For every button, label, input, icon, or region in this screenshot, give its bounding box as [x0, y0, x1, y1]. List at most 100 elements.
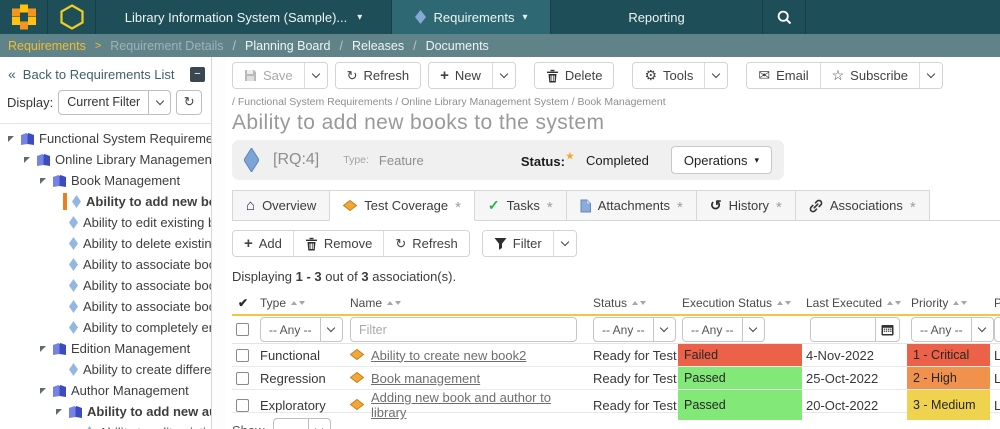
- type-filter-select[interactable]: -- Any --: [260, 317, 343, 342]
- column-header-priority[interactable]: Priority: [907, 296, 990, 310]
- tree-item[interactable]: Edition Management: [0, 338, 211, 359]
- workspace-hexagon-button[interactable]: [48, 0, 96, 34]
- tree-item[interactable]: Ability to associate books: [0, 296, 211, 317]
- requirement-leaf-diamond-icon: [72, 195, 81, 208]
- sort-arrows-icon[interactable]: [887, 301, 901, 305]
- tree-item-label: Ability to edit existing books: [83, 215, 212, 230]
- date-filter-input[interactable]: [811, 318, 875, 342]
- save-button[interactable]: Save: [233, 63, 304, 88]
- tab-overview[interactable]: ⌂ Overview: [232, 190, 330, 220]
- back-to-requirements-link[interactable]: Back to Requirements List: [23, 67, 175, 82]
- tab-attachments[interactable]: Attachments *: [566, 190, 697, 220]
- execution-status-filter-select[interactable]: -- Any --: [682, 317, 765, 342]
- new-dropdown-button[interactable]: [492, 63, 515, 88]
- tree-item[interactable]: Online Library Management System: [0, 149, 211, 170]
- filter-dropdown-button[interactable]: [553, 231, 576, 256]
- row-checkbox[interactable]: [236, 349, 249, 362]
- tab-history[interactable]: ↺ History *: [696, 190, 796, 220]
- tree-expander-icon[interactable]: [24, 157, 30, 163]
- status-value: Ready for Test: [593, 371, 677, 386]
- tree-item[interactable]: Ability to add new authors: [0, 401, 211, 422]
- display-filter-select[interactable]: Current Filter: [58, 90, 171, 115]
- clipped-filter-input[interactable]: [994, 317, 1000, 342]
- test-case-link[interactable]: Adding new book and author to library: [371, 390, 589, 420]
- add-button[interactable]: + Add: [233, 231, 293, 256]
- row-checkbox[interactable]: [236, 399, 249, 412]
- tree-item[interactable]: Ability to add new books: [0, 191, 211, 212]
- tree-item[interactable]: Book Management: [0, 170, 211, 191]
- last-executed-date-filter[interactable]: [810, 317, 900, 342]
- sort-arrows-icon[interactable]: [953, 301, 967, 305]
- tree-item[interactable]: Author Management: [0, 380, 211, 401]
- sort-arrows-icon[interactable]: [632, 301, 646, 305]
- test-case-diamond-icon: [350, 348, 364, 363]
- select-all-check-icon[interactable]: ✔: [236, 296, 248, 310]
- tree-item[interactable]: Ability to delete existing books: [0, 233, 211, 254]
- test-case-link[interactable]: Book management: [371, 371, 480, 386]
- tree-item[interactable]: Ability to associate books: [0, 275, 211, 296]
- breadcrumb-link-documents[interactable]: Documents: [426, 39, 489, 53]
- tree-expander-icon[interactable]: [40, 388, 46, 394]
- breadcrumb-current[interactable]: Requirements: [8, 39, 86, 53]
- inflectra-logo[interactable]: [0, 0, 48, 34]
- new-button[interactable]: + New: [429, 63, 492, 88]
- column-header-last-executed[interactable]: Last Executed: [802, 296, 907, 310]
- column-header-clipped[interactable]: P: [990, 296, 1000, 310]
- breadcrumb-link-releases[interactable]: Releases: [352, 39, 404, 53]
- tree-item[interactable]: Ability to edit existing books: [0, 212, 211, 233]
- save-dropdown-button[interactable]: [304, 63, 327, 88]
- tree-item[interactable]: Ability to completely erase: [0, 317, 211, 338]
- row-checkbox[interactable]: [236, 372, 249, 385]
- sort-arrows-icon[interactable]: [291, 301, 305, 305]
- nav-tab-requirements[interactable]: Requirements ▾: [392, 0, 551, 34]
- tab-test-coverage[interactable]: Test Coverage *: [329, 190, 475, 221]
- tab-associations[interactable]: Associations *: [795, 190, 930, 220]
- display-filter-value: Current Filter: [59, 95, 148, 109]
- global-search-button[interactable]: [763, 0, 806, 34]
- sort-arrows-icon[interactable]: [777, 301, 791, 305]
- coverage-refresh-button[interactable]: ↻ Refresh: [383, 231, 468, 256]
- filter-row-checkbox[interactable]: [236, 323, 249, 336]
- operations-button[interactable]: Operations ▾: [671, 146, 772, 174]
- name-filter-input[interactable]: [350, 317, 577, 342]
- tree-expander-icon[interactable]: [8, 136, 14, 142]
- tools-dropdown-button[interactable]: [704, 63, 727, 88]
- breadcrumb-separator: /: [413, 39, 416, 53]
- tree-expander-icon[interactable]: [40, 178, 46, 184]
- column-header-status[interactable]: Status: [589, 296, 678, 310]
- filter-button[interactable]: Filter: [483, 231, 553, 256]
- subscribe-button[interactable]: ☆ Subscribe: [820, 63, 919, 88]
- delete-button[interactable]: Delete: [535, 63, 614, 88]
- calendar-button[interactable]: [875, 318, 899, 341]
- tab-tasks[interactable]: ✓ Tasks *: [474, 190, 567, 220]
- refresh-button[interactable]: ↻ Refresh: [336, 63, 420, 88]
- status-badge: Completed: [586, 153, 649, 168]
- requirements-tree: Functional System RequirementsOnline Lib…: [0, 128, 211, 429]
- tree-expander-icon[interactable]: [56, 409, 62, 415]
- page-size-select[interactable]: [273, 418, 331, 429]
- tree-item[interactable]: Ability to associate books: [0, 254, 211, 275]
- tree-expander-icon[interactable]: [40, 346, 46, 352]
- column-header-type[interactable]: Type: [256, 296, 346, 310]
- status-filter-select[interactable]: -- Any --: [593, 317, 676, 342]
- tools-button[interactable]: ⚙ Tools: [633, 63, 704, 88]
- breadcrumb-link-planning-board[interactable]: Planning Board: [245, 39, 330, 53]
- test-case-link[interactable]: Ability to create new book2: [371, 348, 526, 363]
- column-header-execution-status[interactable]: Execution Status: [678, 296, 802, 310]
- remove-button[interactable]: Remove: [293, 231, 383, 256]
- product-menu[interactable]: Library Information System (Sample)... ▾: [96, 0, 392, 34]
- tree-item[interactable]: Ability to edit existing: [0, 422, 211, 429]
- tree-item-label: Ability to edit existing: [99, 425, 212, 429]
- collapse-sidebar-button[interactable]: −: [190, 67, 205, 82]
- column-header-name[interactable]: Name: [346, 296, 589, 310]
- tree-item[interactable]: Ability to create different: [0, 359, 211, 380]
- priority-filter-select[interactable]: -- Any --: [911, 317, 994, 342]
- email-button[interactable]: ✉ Email: [747, 63, 819, 88]
- add-label: Add: [259, 236, 282, 251]
- subscribe-dropdown-button[interactable]: [919, 63, 942, 88]
- tree-item[interactable]: Functional System Requirements: [0, 128, 211, 149]
- sidebar-refresh-button[interactable]: ↻: [176, 90, 202, 115]
- sort-arrows-icon[interactable]: [387, 301, 401, 305]
- chevron-down-icon: [148, 91, 170, 114]
- nav-tab-reporting[interactable]: Reporting: [551, 0, 763, 34]
